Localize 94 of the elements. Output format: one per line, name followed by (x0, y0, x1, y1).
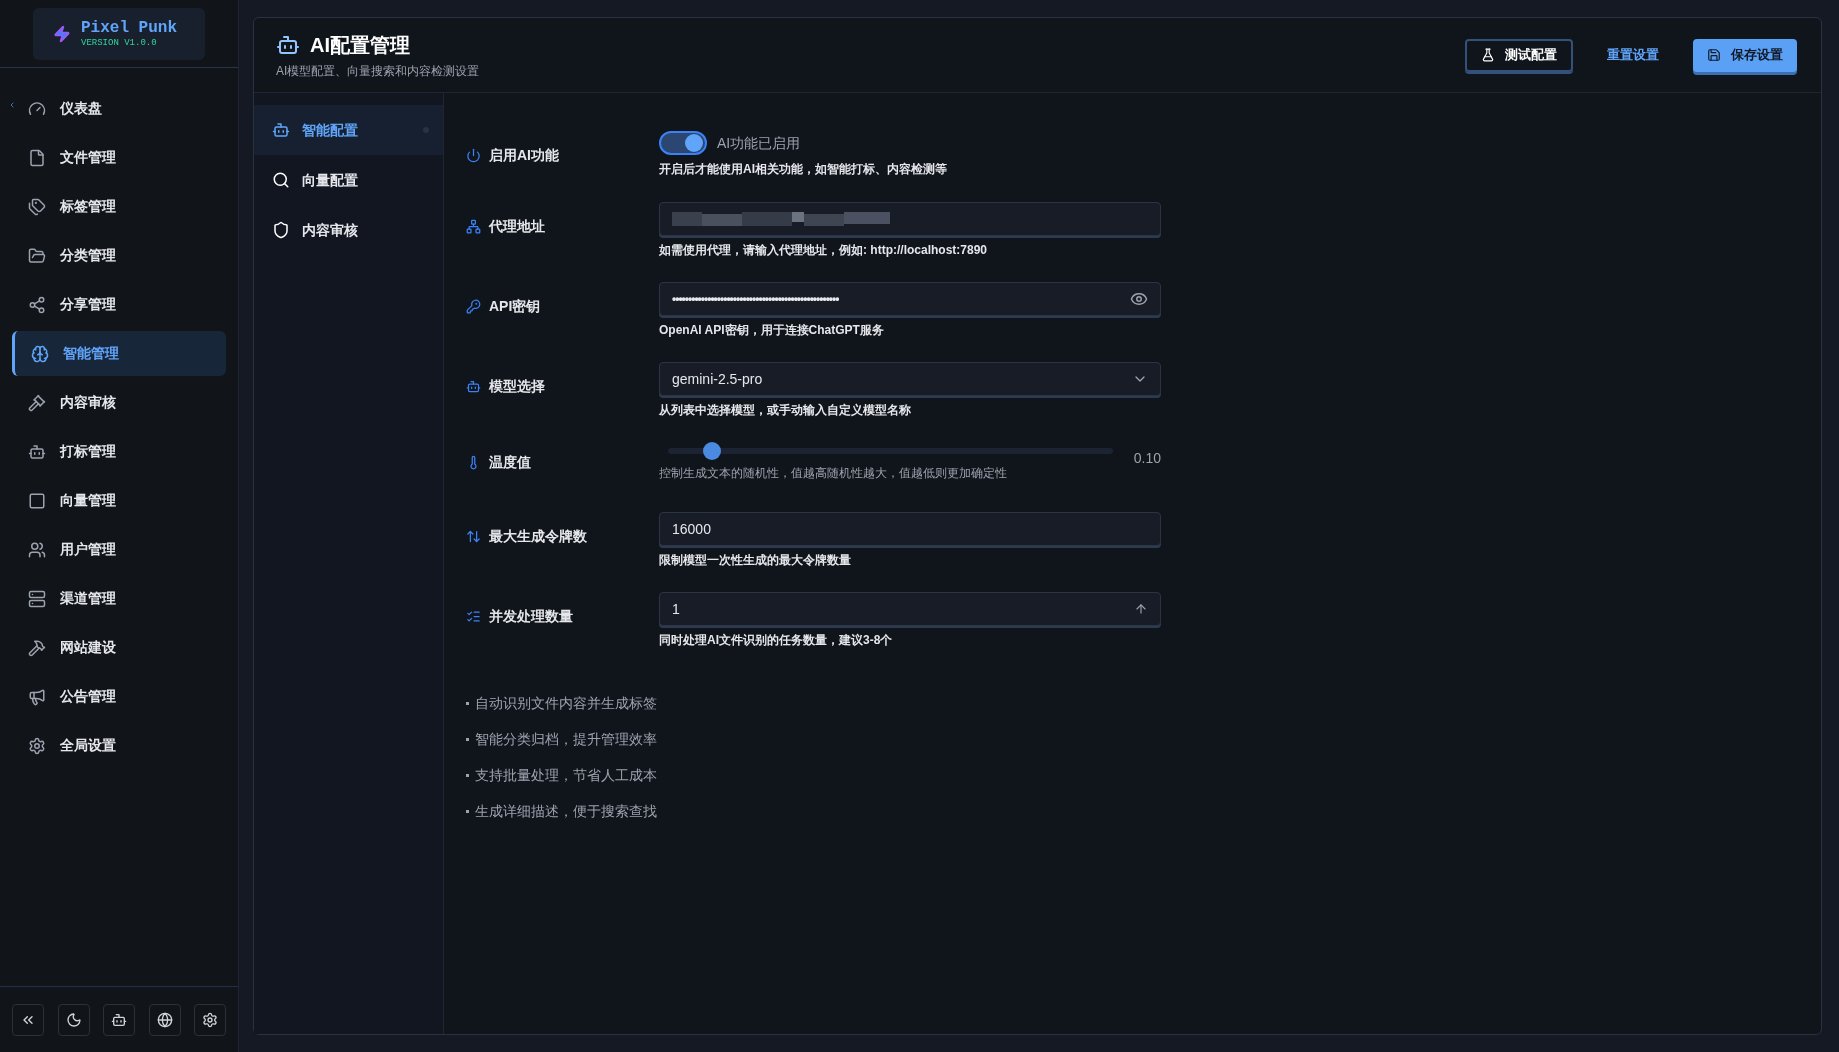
save-icon (1707, 48, 1721, 62)
max-tokens-field[interactable]: 16000 (659, 512, 1161, 546)
sidebar-item[interactable]: 标签管理 (12, 184, 226, 229)
sidebar-item[interactable]: 分享管理 (12, 282, 226, 327)
robot-icon (466, 378, 481, 394)
shield-icon (272, 221, 290, 239)
field-label: API密钥 (489, 296, 541, 316)
logo-card[interactable]: Pixel Punk VERSION V1.0.0 (33, 7, 205, 60)
sidebar-item[interactable]: 网站建设 (12, 625, 226, 670)
settings-tab[interactable]: 内容审核 (254, 205, 443, 255)
field-hint: 如需使用代理，请输入代理地址，例如: http://localhost:7890 (659, 242, 988, 259)
sidebar-item[interactable]: 内容审核 (12, 380, 226, 425)
server-icon (28, 589, 46, 608)
settings-icon (202, 1011, 218, 1028)
file-icon (28, 148, 46, 167)
feature-text: 生成详细描述，便于搜索查找 (475, 802, 657, 821)
list-icon (466, 608, 481, 624)
robot-icon (111, 1011, 127, 1028)
logo-name: Pixel Punk (81, 18, 177, 37)
toolbar-button[interactable] (12, 1003, 44, 1036)
toolbar-button[interactable] (148, 1003, 181, 1036)
toolbar-button[interactable] (194, 1003, 226, 1036)
sidebar-item[interactable]: 仪表盘 (12, 86, 226, 131)
sidebar-item[interactable]: 公告管理 (12, 674, 226, 719)
field-hint: OpenAI API密钥，用于连接ChatGPT服务 (659, 322, 885, 339)
field-label: 模型选择 (489, 376, 545, 396)
key-icon (466, 298, 481, 314)
field-hint: 从列表中选择模型，或手动输入自定义模型名称 (659, 402, 912, 419)
bullet-icon (466, 702, 469, 705)
field-hint: 同时处理AI文件识别的任务数量，建议3-8个 (659, 632, 894, 649)
eye-icon[interactable] (1130, 290, 1148, 308)
moon-icon (65, 1011, 82, 1028)
slider-thumb[interactable] (703, 442, 722, 460)
gauge-icon (28, 99, 46, 118)
sidebar-item[interactable]: 渠道管理 (12, 576, 226, 621)
robot-icon (272, 121, 290, 139)
robot-icon (276, 33, 300, 57)
field-hint: 开启后才能使用AI相关功能，如智能打标、内容检测等 (659, 161, 947, 178)
ai-toggle[interactable] (659, 131, 707, 155)
proxy-field[interactable] (659, 202, 1161, 236)
gavel-icon (28, 393, 46, 412)
save-button[interactable]: 保存设置 (1693, 38, 1797, 72)
sidebar-item[interactable]: 打标管理 (12, 429, 226, 474)
bullet-icon (466, 810, 469, 813)
hammer-icon (28, 638, 46, 657)
field-label: 启用AI功能 (489, 145, 559, 165)
toggle-status: AI功能已启用 (717, 133, 801, 153)
sidebar-item[interactable]: 分类管理 (12, 233, 226, 278)
megaphone-icon (28, 687, 46, 706)
settings-tab[interactable]: 向量配置 (254, 155, 443, 205)
field-label: 代理地址 (489, 216, 545, 236)
test-button[interactable]: 测试配置 (1465, 38, 1573, 72)
feature-text: 支持批量处理，节省人工成本 (475, 766, 657, 785)
share-icon (28, 295, 46, 314)
arrows-icon (466, 528, 481, 544)
power-icon (466, 147, 481, 163)
robot-icon (28, 442, 46, 461)
square-icon (28, 491, 46, 510)
logo-version: VERSION V1.0.0 (81, 36, 158, 49)
concurrency-field[interactable]: 1 (659, 592, 1161, 626)
reset-link[interactable]: 重置设置 (1593, 38, 1673, 72)
chevron-left-icon (8, 101, 16, 109)
toolbar-button[interactable] (103, 1003, 135, 1036)
field-label: 并发处理数量 (489, 606, 573, 626)
sidebar-item[interactable]: 全局设置 (12, 723, 226, 768)
field-label: 温度值 (489, 452, 531, 472)
model-select[interactable]: gemini-2.5-pro (659, 362, 1161, 396)
page-title: AI配置管理 (310, 33, 410, 58)
feature-text: 智能分类归档，提升管理效率 (475, 730, 657, 749)
settings-icon (28, 736, 46, 755)
slider-value: 0.10 (1133, 449, 1161, 468)
settings-tab[interactable]: 智能配置 (254, 105, 443, 155)
network-icon (466, 218, 481, 234)
folder-icon (28, 246, 46, 265)
field-label: 最大生成令牌数 (489, 526, 587, 546)
sidebar-item[interactable]: 用户管理 (12, 527, 226, 572)
sidebar-item[interactable]: 向量管理 (12, 478, 226, 523)
users-icon (28, 540, 46, 559)
bullet-icon (466, 774, 469, 777)
toolbar-button[interactable] (57, 1003, 90, 1036)
sidebar-item[interactable]: 智能管理 (12, 331, 226, 376)
feature-text: 自动识别文件内容并生成标签 (475, 694, 657, 713)
sidebar-item[interactable]: 文件管理 (12, 135, 226, 180)
globe-icon (156, 1011, 173, 1028)
brain-icon (31, 344, 49, 363)
field-hint: 限制模型一次性生成的最大令牌数量 (659, 552, 852, 569)
page-subtitle: AI模型配置、向量搜索和内容检测设置 (276, 63, 480, 80)
search-icon (272, 171, 290, 189)
tags-icon (28, 197, 46, 216)
field-hint: 控制生成文本的随机性，值越高随机性越大，值越低则更加确定性 (659, 465, 1008, 482)
bullet-icon (466, 738, 469, 741)
api-key-field[interactable]: •••••••••••••••••••••••••••••••••••••••••••••••••••• (659, 282, 1161, 316)
arrow-up-icon[interactable] (1134, 602, 1148, 616)
flask-icon (1481, 48, 1495, 62)
